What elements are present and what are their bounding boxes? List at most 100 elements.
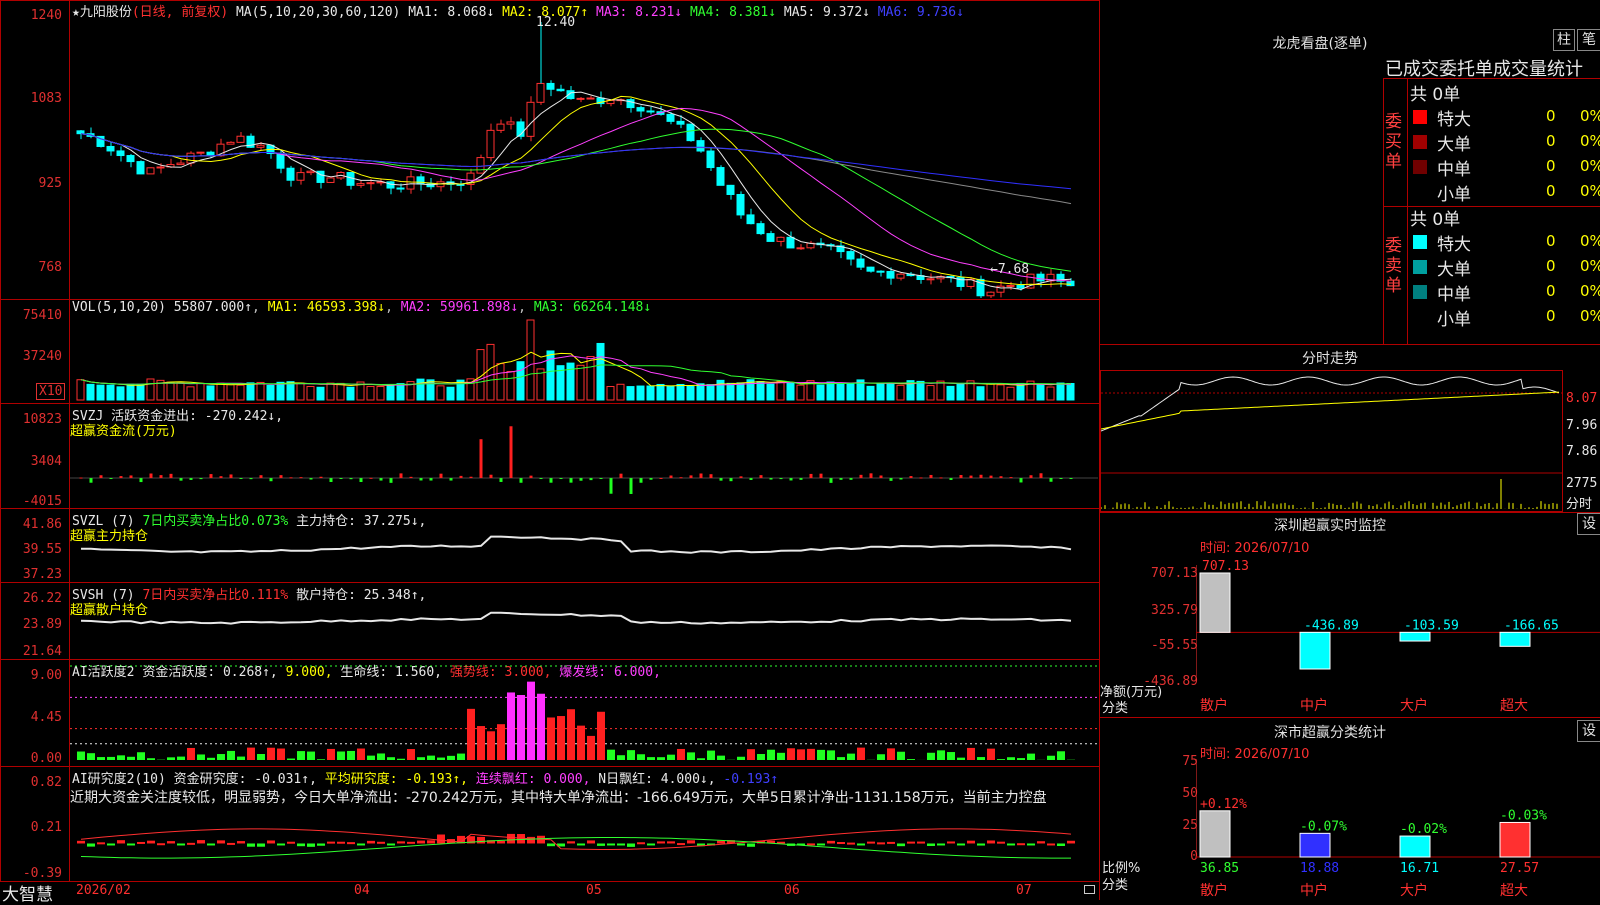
research-bar [127,843,135,845]
activity-bar [227,751,235,760]
volume-bar [307,386,314,400]
activity-bar [947,752,955,760]
activity-bar [797,749,805,760]
sz-monitor-settings-button[interactable]: 设 [1577,513,1600,535]
candle-body [987,292,994,296]
activity-bar [1017,758,1025,760]
flow-bar [500,478,503,482]
candlestick-chart[interactable] [70,18,1098,298]
volume-bar [877,383,884,400]
flow-bar [1050,478,1053,482]
research-bar [987,840,995,843]
volume-bar [487,344,494,400]
volume-bar [897,385,904,400]
volume-bar [297,383,304,400]
volume-bar [997,385,1004,400]
volume-bar [827,382,834,400]
flow-bar [970,476,973,478]
flow-bar [290,477,293,478]
activity-bar [177,757,185,760]
research-bar [507,834,515,844]
volume-bar [887,384,894,400]
sz-monitor-bar [1400,632,1430,641]
candle-body [717,168,724,186]
flow-bar [250,478,253,479]
svzj-tick: 10823 [0,412,62,427]
candle-body [777,237,784,241]
research-bar [817,843,825,845]
activity-bar [527,682,535,760]
sz-classify-chart[interactable]: +0.12%36.85散户-0.07%18.88中户-0.02%16.71大户-… [1196,755,1600,900]
activity-bar [717,756,725,760]
activity-bar [697,758,705,760]
svzj-bars[interactable] [70,404,1098,508]
flow-bar [180,478,183,481]
flow-bar [480,439,483,478]
research-bar [827,841,835,844]
sz-classify-bar [1500,822,1530,857]
sz-classify-settings-button[interactable]: 设 [1577,720,1600,742]
volume-bar [727,383,734,400]
sz-classify-title: 深市超赢分类统计 [1100,722,1560,742]
candle-body [867,267,874,271]
tick-view-button[interactable]: 笔 [1577,29,1600,51]
minute-chart[interactable] [1101,371,1562,511]
volume-bar [187,387,194,400]
activity-bar [1027,754,1035,760]
sz-monitor-chart[interactable]: 707.13散户-436.89中户-103.59大户-166.65超大 [1196,555,1600,725]
bar-view-button[interactable]: 柱 [1553,29,1575,51]
ma-line [81,96,1071,284]
brand-logo[interactable]: 大智慧 [2,880,53,905]
sz-monitor-bar [1200,573,1230,632]
volume-bar [527,320,534,400]
sz-classify-bar [1200,811,1230,857]
candle-body [787,237,794,248]
research-bar [1057,843,1065,846]
order-color-swatch [1413,285,1427,299]
price-tick: 1083 [0,91,62,106]
activity-bar [1047,756,1055,760]
svzj-tick: 3404 [0,454,62,469]
price-tick: 1240 [0,8,62,23]
minute-vol-unit: 分时 [1566,493,1592,512]
flow-bar [750,478,753,480]
svsh-line[interactable] [70,583,1098,659]
order-type-label: 小单 [1437,180,1471,205]
volume-bar [397,384,404,400]
candle-body [847,252,854,259]
volume-bar [167,382,174,400]
volume-bar [677,384,684,400]
activity-bar [377,753,385,760]
volume-bar [597,343,604,400]
volume-bar [367,386,374,400]
minute-tick: 8.07 [1566,391,1597,406]
ai-active-bars[interactable] [70,660,1098,766]
volume-bar [637,386,644,400]
research-bar [187,843,195,845]
activity-bar [597,712,605,760]
flow-bar [760,475,763,478]
ai-research-bars[interactable] [70,767,1098,881]
flow-bar [800,478,803,480]
order-percent: 0% [1580,182,1600,200]
candle-body [157,167,164,168]
volume-bars[interactable] [70,316,1098,402]
research-bar [157,843,165,845]
svzl-line[interactable] [70,509,1098,582]
flow-bar [840,478,843,480]
flow-bar [200,478,203,479]
flow-bar [460,476,463,478]
candle-body [927,279,934,280]
sz-monitor-tick: 325.79 [1136,603,1198,618]
research-bar [1027,843,1035,845]
flow-bar [80,478,83,479]
lock-icon[interactable] [1084,885,1095,894]
flow-bar [590,478,593,480]
research-bar [657,841,665,843]
research-bar [1007,843,1015,845]
volume-bar [287,382,294,400]
flow-bar [930,475,933,478]
flow-bar [220,476,223,478]
flow-bar [610,478,613,494]
flow-bar [1010,477,1013,478]
